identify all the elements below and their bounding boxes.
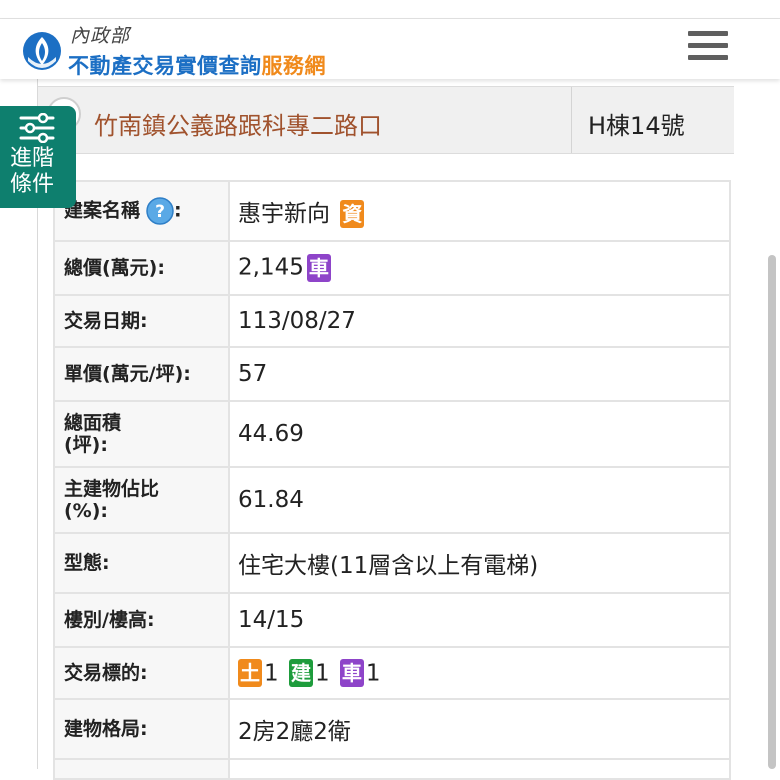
partial-value-cell — [228, 758, 731, 780]
project-name-colon: : — [174, 199, 182, 222]
target-land: 土1 — [238, 659, 279, 687]
parking-badge[interactable]: 車 — [306, 254, 331, 282]
address-divider — [571, 87, 572, 153]
total-price-value: 2,145 — [238, 254, 304, 281]
site-title-accent: 服務網 — [261, 54, 326, 78]
page-scrollbar[interactable] — [768, 255, 776, 769]
type-label: 型態: — [53, 532, 230, 594]
row-date: 交易日期: 113/08/27 — [53, 294, 731, 348]
type-value: 住宅大樓(11層含以上有電梯) — [228, 532, 731, 594]
advanced-filter-button[interactable]: 進階條件 — [0, 106, 76, 208]
address-text: 竹南鎮公義路跟科專二路口 — [94, 112, 382, 140]
unit-price-label: 單價(萬元/坪): — [53, 346, 230, 402]
building-count: 1 — [314, 660, 330, 686]
row-unit-price: 單價(萬元/坪): 57 — [53, 346, 731, 402]
row-target: 交易標的: 土1 建1 車1 — [53, 646, 731, 700]
date-label: 交易日期: — [53, 294, 230, 348]
project-name-value[interactable]: 惠宇新向 — [238, 201, 330, 227]
target-parking: 車1 — [339, 659, 381, 687]
project-info-badge[interactable]: 資 — [340, 200, 365, 229]
partial-label-cell — [53, 758, 230, 780]
target-value-cell: 土1 建1 車1 — [228, 646, 731, 700]
total-area-label-text: 總面積(坪): — [64, 412, 122, 456]
row-type: 型態: 住宅大樓(11層含以上有電梯) — [53, 532, 731, 594]
row-project-name: 建案名稱?: 惠宇新向 資 — [53, 180, 731, 242]
total-area-value: 44.69 — [228, 400, 731, 468]
main-building-value: 61.84 — [228, 466, 731, 534]
help-icon[interactable]: ? — [146, 197, 174, 225]
address-row: 竹南鎮公義路跟科專二路口 H棟14號 — [38, 86, 734, 154]
parking-target-badge[interactable]: 車 — [339, 659, 364, 687]
address-unit: H棟14號 — [588, 112, 685, 140]
transaction-detail-table: 建案名稱?: 惠宇新向 資 總價(萬元): 2,145 車 交易日期: 113/0… — [53, 180, 731, 780]
building-badge[interactable]: 建 — [288, 659, 313, 687]
total-price-value-cell: 2,145 車 — [228, 240, 731, 296]
advanced-filter-label: 進階條件 — [10, 146, 55, 197]
row-layout: 建物格局: 2房2廳2衛 — [53, 698, 731, 760]
total-area-label: 總面積(坪): — [53, 400, 230, 468]
unit-price-value: 57 — [228, 346, 731, 402]
row-total-area: 總面積(坪): 44.69 — [53, 400, 731, 468]
date-value: 113/08/27 — [228, 294, 731, 348]
site-header: 內政部 不動產交易實價查詢服務網 — [0, 19, 780, 79]
total-price-label: 總價(萬元): — [53, 240, 230, 296]
floor-value: 14/15 — [228, 592, 731, 648]
target-building: 建1 — [288, 659, 330, 687]
site-title-main: 不動產交易實價查詢 — [68, 54, 262, 78]
row-total-price: 總價(萬元): 2,145 車 — [53, 240, 731, 296]
parking-count: 1 — [365, 660, 381, 686]
layout-label: 建物格局: — [53, 698, 230, 760]
svg-text:?: ? — [155, 202, 165, 222]
ministry-name: 內政部 — [70, 25, 131, 47]
menu-icon[interactable] — [688, 31, 728, 65]
row-partial — [53, 758, 731, 780]
row-floor: 樓別/樓高: 14/15 — [53, 592, 731, 648]
main-building-label: 主建物佔比(%): — [53, 466, 230, 534]
floor-label: 樓別/樓高: — [53, 592, 230, 648]
project-name-value-cell: 惠宇新向 資 — [228, 180, 731, 242]
land-count: 1 — [264, 660, 279, 686]
row-main-building: 主建物佔比(%): 61.84 — [53, 466, 731, 534]
main-building-label-text: 主建物佔比(%): — [64, 478, 160, 522]
project-name-label-cell: 建案名稱?: — [53, 180, 230, 242]
site-title[interactable]: 不動產交易實價查詢服務網 — [68, 50, 326, 80]
ministry-logo-icon[interactable] — [22, 31, 62, 71]
sliders-icon — [19, 113, 55, 143]
target-label: 交易標的: — [53, 646, 230, 700]
layout-value: 2房2廳2衛 — [228, 698, 731, 760]
land-badge[interactable]: 土 — [238, 659, 262, 687]
